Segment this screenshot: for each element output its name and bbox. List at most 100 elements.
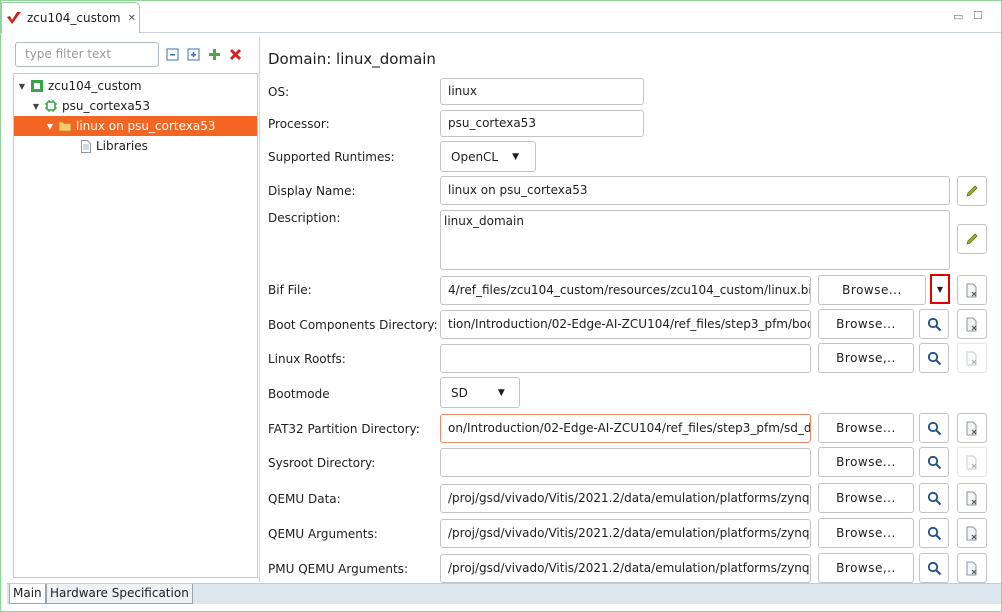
clear-file-icon <box>966 526 977 540</box>
qemu-args-browse-button[interactable]: Browse... <box>818 518 914 548</box>
sysroot-field[interactable] <box>440 448 811 477</box>
rootfs-search-button[interactable] <box>919 343 949 373</box>
fat32-search-button[interactable] <box>919 413 949 443</box>
boot-clear-button[interactable] <box>957 309 987 339</box>
qemu-data-field[interactable]: /proj/gsd/vivado/Vitis/2021.2/data/emula… <box>440 484 811 513</box>
sysroot-search-button[interactable] <box>919 447 949 477</box>
bif-field[interactable]: 4/ref_files/zcu104_custom/resources/zcu1… <box>440 276 811 305</box>
bif-clear-button[interactable] <box>957 275 987 305</box>
tree-item-label: linux on psu_cortexa53 <box>76 119 216 133</box>
editor-window: zcu104_custom ✕ ▭ ☐ type filter text ▼ z… <box>0 0 1002 612</box>
runtimes-dropdown[interactable]: OpenCL ▼ <box>440 141 536 172</box>
qemu-args-label: QEMU Arguments: <box>268 527 378 541</box>
rootfs-browse-button[interactable]: Browse,.. <box>818 343 914 373</box>
search-icon <box>927 526 941 540</box>
clear-file-icon <box>966 351 977 365</box>
editor-tab[interactable]: zcu104_custom ✕ <box>1 2 140 33</box>
tree-item-label: psu_cortexa53 <box>62 99 150 113</box>
rootfs-field[interactable] <box>440 344 811 373</box>
pmu-args-clear-button[interactable] <box>957 553 987 583</box>
sysroot-browse-button[interactable]: Browse... <box>818 447 914 477</box>
qemu-args-search-button[interactable] <box>919 518 949 548</box>
tab-hardware-specification[interactable]: Hardware Specification <box>46 584 193 604</box>
search-icon <box>927 561 941 575</box>
close-icon[interactable]: ✕ <box>128 13 136 24</box>
rootfs-clear-button[interactable] <box>957 343 987 373</box>
processor-label: Processor: <box>268 117 330 131</box>
maximize-icon[interactable]: ☐ <box>973 9 983 22</box>
search-icon <box>927 491 941 505</box>
qemu-args-field[interactable]: /proj/gsd/vivado/Vitis/2021.2/data/emula… <box>440 519 811 548</box>
qemu-data-search-button[interactable] <box>919 483 949 513</box>
clear-file-icon <box>966 455 977 469</box>
bootmode-dropdown[interactable]: SD ▼ <box>440 377 520 408</box>
domain-tree: ▼ zcu104_custom ▼ psu_cortexa53 ▼ linux … <box>13 73 258 578</box>
chevron-down-icon: ▼ <box>936 284 944 294</box>
collapse-all-icon[interactable] <box>166 48 179 61</box>
fat32-clear-button[interactable] <box>957 413 987 443</box>
add-icon[interactable] <box>208 48 221 61</box>
tree-item-libraries[interactable]: Libraries <box>14 136 257 156</box>
tree-item-processor[interactable]: ▼ psu_cortexa53 <box>14 96 257 116</box>
display-name-label: Display Name: <box>268 184 356 198</box>
description-field[interactable]: linux_domain <box>440 210 950 270</box>
chevron-down-icon[interactable]: ▼ <box>30 102 42 111</box>
domain-details-pane: Domain: linux_domain OS: linux Processor… <box>260 37 1001 583</box>
minimize-icon[interactable]: ▭ <box>953 10 963 23</box>
chevron-down-icon: ▼ <box>512 151 520 162</box>
search-icon <box>927 351 941 365</box>
pmu-args-browse-button[interactable]: Browse,.. <box>818 553 914 583</box>
os-field[interactable]: linux <box>440 78 644 105</box>
filter-input[interactable]: type filter text <box>15 42 159 67</box>
pmu-args-search-button[interactable] <box>919 553 949 583</box>
processor-field[interactable]: psu_cortexa53 <box>440 110 644 137</box>
pencil-icon <box>966 185 978 197</box>
boot-search-button[interactable] <box>919 309 949 339</box>
description-label: Description: <box>268 211 341 225</box>
qemu-data-browse-button[interactable]: Browse... <box>818 483 914 513</box>
search-icon <box>927 455 941 469</box>
clear-file-icon <box>966 421 977 435</box>
platform-icon <box>31 80 43 92</box>
fat32-field[interactable]: on/Introduction/02-Edge-AI-ZCU104/ref_fi… <box>440 414 811 443</box>
bootmode-label: Bootmode <box>268 387 330 401</box>
expand-all-icon[interactable] <box>187 48 200 61</box>
runtimes-label: Supported Runtimes: <box>268 150 395 164</box>
bootmode-value: SD <box>451 385 468 400</box>
edit-display-name-button[interactable] <box>957 176 987 206</box>
qemu-data-label: QEMU Data: <box>268 492 341 506</box>
bif-label: Bif File: <box>268 283 312 297</box>
boot-field[interactable]: tion/Introduction/02-Edge-AI-ZCU104/ref_… <box>440 310 811 339</box>
display-name-field[interactable]: linux on psu_cortexa53 <box>440 176 950 205</box>
tree-item-domain[interactable]: ▼ linux on psu_cortexa53 <box>14 116 257 136</box>
page-title: Domain: linux_domain <box>268 50 436 68</box>
clear-file-icon <box>966 561 977 575</box>
edit-description-button[interactable] <box>957 224 987 254</box>
boot-browse-button[interactable]: Browse... <box>818 309 914 339</box>
fat32-label: FAT32 Partition Directory: <box>268 422 420 436</box>
folder-icon <box>58 121 72 132</box>
pencil-icon <box>966 233 978 245</box>
fat32-browse-button[interactable]: Browse... <box>818 413 914 443</box>
sysroot-clear-button[interactable] <box>957 447 987 477</box>
qemu-args-clear-button[interactable] <box>957 518 987 548</box>
qemu-data-clear-button[interactable] <box>957 483 987 513</box>
pmu-args-label: PMU QEMU Arguments: <box>268 562 408 576</box>
chevron-down-icon[interactable]: ▼ <box>16 82 28 91</box>
search-icon <box>927 421 941 435</box>
rootfs-label: Linux Rootfs: <box>268 352 346 366</box>
sysroot-label: Sysroot Directory: <box>268 456 376 470</box>
clear-file-icon <box>966 317 977 331</box>
os-label: OS: <box>268 85 290 99</box>
clear-file-icon <box>966 283 977 297</box>
bif-browse-dropdown[interactable]: ▼ <box>930 274 950 304</box>
remove-icon[interactable] <box>229 48 242 61</box>
editor-tab-bar: zcu104_custom ✕ ▭ ☐ <box>1 1 1001 33</box>
pmu-args-field[interactable]: /proj/gsd/vivado/Vitis/2021.2/data/emula… <box>440 554 811 583</box>
tab-main[interactable]: Main <box>9 584 46 604</box>
tree-item-platform[interactable]: ▼ zcu104_custom <box>14 76 257 96</box>
vitis-logo-icon <box>7 12 21 24</box>
chevron-down-icon: ▼ <box>497 387 505 398</box>
chevron-down-icon[interactable]: ▼ <box>44 122 56 131</box>
bif-browse-button[interactable]: Browse... <box>818 275 926 305</box>
